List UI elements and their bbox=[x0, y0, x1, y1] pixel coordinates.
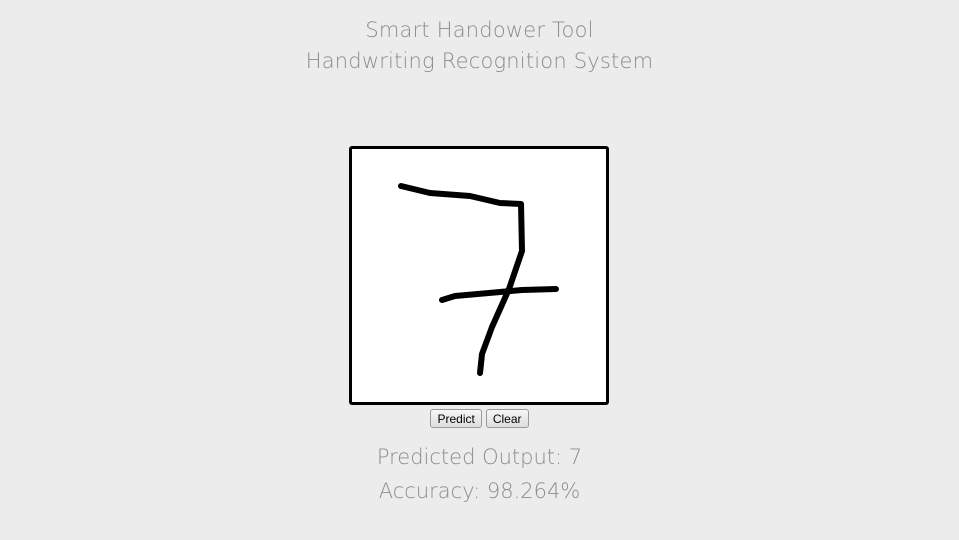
predicted-output: Predicted Output: 7 bbox=[376, 445, 583, 469]
clear-button[interactable]: Clear bbox=[485, 409, 529, 428]
app-title: Smart Handower Tool bbox=[365, 18, 594, 42]
handwritten-stroke bbox=[398, 183, 559, 376]
app-subtitle: Handwriting Recognition System bbox=[305, 49, 654, 73]
button-row: Predict Clear bbox=[0, 409, 959, 428]
predict-button[interactable]: Predict bbox=[430, 409, 482, 428]
drawing-canvas[interactable] bbox=[349, 146, 609, 405]
accuracy-readout: Accuracy: 98.264% bbox=[378, 479, 581, 503]
